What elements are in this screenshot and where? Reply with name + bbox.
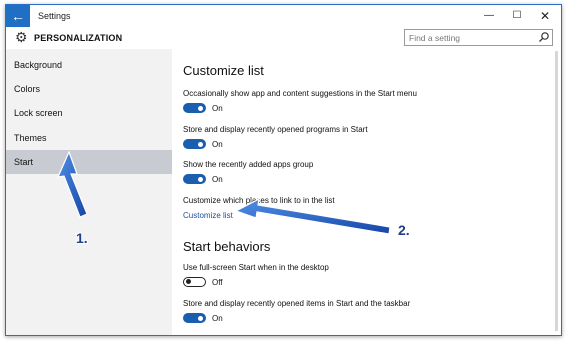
toggle-knob xyxy=(198,105,203,111)
toggle-state-label: On xyxy=(212,104,223,113)
maximize-button[interactable]: ☐ xyxy=(503,5,531,27)
search-input[interactable] xyxy=(405,30,535,45)
recent-programs-toggle[interactable] xyxy=(183,139,206,149)
close-button[interactable]: ✕ xyxy=(531,5,559,27)
customize-list-link[interactable]: Customize list xyxy=(183,211,233,220)
search-box[interactable] xyxy=(404,29,553,46)
minimize-button[interactable]: — xyxy=(475,5,503,27)
recent-items-toggle[interactable] xyxy=(183,313,206,323)
setting-label: Store and display recently opened progra… xyxy=(183,125,368,134)
toggle-state-label: Off xyxy=(212,278,223,287)
sidebar-item-label: Start xyxy=(14,157,34,167)
toggle-knob xyxy=(198,315,203,321)
setting-label: Occasionally show app and content sugges… xyxy=(183,89,417,98)
screenshot-frame: ← Settings — ☐ ✕ ⚙ PERSONALIZATION Backg… xyxy=(0,0,566,341)
sidebar: Background Colors Lock screen Themes Sta… xyxy=(6,49,172,335)
sidebar-item-start[interactable]: Start xyxy=(6,150,172,174)
sidebar-item-label: Themes xyxy=(14,133,47,143)
back-button[interactable]: ← xyxy=(6,5,30,27)
full-screen-start-toggle[interactable] xyxy=(183,277,206,287)
recent-apps-toggle[interactable] xyxy=(183,174,206,184)
toggle-state-label: On xyxy=(212,314,223,323)
scrollbar[interactable] xyxy=(555,51,558,331)
sidebar-item-themes[interactable]: Themes xyxy=(6,126,172,150)
sidebar-item-colors[interactable]: Colors xyxy=(6,77,172,101)
toggle-state-label: On xyxy=(212,175,223,184)
annotation-label-2: 2. xyxy=(398,222,410,238)
customize-list-heading: Customize list xyxy=(183,63,264,78)
sidebar-item-lock-screen[interactable]: Lock screen xyxy=(6,101,172,125)
toggle-knob xyxy=(186,279,191,284)
search-icon[interactable] xyxy=(538,31,550,43)
places-label: Customize which places to link to in the… xyxy=(183,196,335,205)
sidebar-item-background[interactable]: Background xyxy=(6,53,172,77)
setting-label: Store and display recently opened items … xyxy=(183,299,411,308)
page-header: ⚙ PERSONALIZATION xyxy=(6,27,561,49)
toggle-knob xyxy=(198,176,203,182)
start-behaviors-heading: Start behaviors xyxy=(183,239,271,254)
page-title: PERSONALIZATION xyxy=(34,33,123,43)
toggle-state-label: On xyxy=(212,140,223,149)
sidebar-item-label: Background xyxy=(14,60,63,70)
gear-icon: ⚙ xyxy=(15,29,28,45)
suggestions-toggle[interactable] xyxy=(183,103,206,113)
main-content: Customize list Occasionally show app and… xyxy=(172,49,561,335)
setting-label: Use full-screen Start when in the deskto… xyxy=(183,263,329,272)
toggle-knob xyxy=(198,141,203,147)
setting-label: Show the recently added apps group xyxy=(183,160,314,169)
sidebar-item-label: Lock screen xyxy=(14,108,63,118)
sidebar-item-label: Colors xyxy=(14,84,41,94)
settings-window: ← Settings — ☐ ✕ ⚙ PERSONALIZATION Backg… xyxy=(5,4,562,336)
title-bar: ← Settings — ☐ ✕ xyxy=(6,5,561,27)
window-title: Settings xyxy=(38,11,71,21)
annotation-label-1: 1. xyxy=(76,230,88,246)
arrow-left-icon: ← xyxy=(11,8,25,24)
